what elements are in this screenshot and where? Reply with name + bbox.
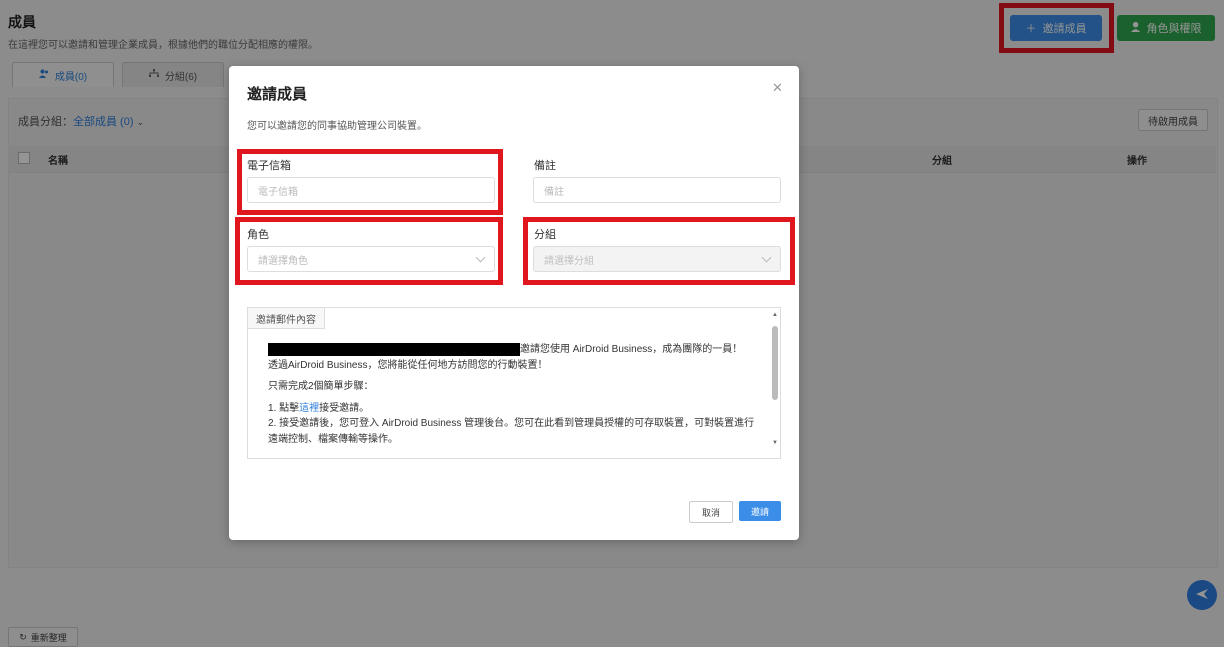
- highlight-email: [237, 149, 503, 215]
- highlight-role: [235, 217, 503, 285]
- mail-content-tab: 邀請郵件內容: [248, 308, 325, 329]
- mail-line3: 只需完成2個簡單步驟：: [268, 381, 374, 392]
- note-label: 備註: [534, 160, 556, 172]
- cancel-button[interactable]: 取消: [689, 501, 733, 523]
- mail-scrollbar[interactable]: ▲ ▼: [770, 308, 780, 458]
- accept-link[interactable]: 這裡: [299, 403, 319, 414]
- highlight-group: [523, 217, 795, 285]
- mail-step1: 1. 點擊這裡接受邀請。: [268, 401, 758, 417]
- step1-suffix: 接受邀請。: [319, 402, 370, 414]
- close-icon[interactable]: ✕: [772, 80, 783, 96]
- invite-member-dialog: 邀請成員 ✕ 您可以邀請您的同事協助管理公司裝置。 電子信箱 電子信箱 備註 備…: [229, 66, 799, 540]
- scroll-down-icon[interactable]: ▼: [772, 440, 778, 446]
- invite-confirm-button[interactable]: 邀請: [739, 501, 781, 521]
- mail-step2: 2. 接受邀請後，您可登入 AirDroid Business 管理後台。您可在…: [268, 418, 755, 445]
- redacted-sender: [268, 342, 520, 356]
- mail-body: 邀請您使用 AirDroid Business，成為團隊的一員！ 透過AirDr…: [268, 342, 758, 447]
- dialog-subtitle: 您可以邀請您的同事協助管理公司裝置。: [247, 121, 427, 132]
- scroll-up-icon[interactable]: ▲: [772, 312, 778, 318]
- scroll-thumb[interactable]: [772, 326, 778, 400]
- invitation-email-content[interactable]: 邀請郵件內容 邀請您使用 AirDroid Business，成為團隊的一員！ …: [247, 307, 781, 459]
- step1-prefix: 1. 點擊: [268, 402, 300, 414]
- mail-line2: 透過AirDroid Business，您將能從任何地方訪問您的行動裝置！: [268, 359, 548, 371]
- note-field[interactable]: 備註: [533, 177, 781, 203]
- mail-line1: 邀請您使用 AirDroid Business，成為團隊的一員！: [520, 344, 743, 355]
- dialog-title: 邀請成員: [247, 86, 308, 103]
